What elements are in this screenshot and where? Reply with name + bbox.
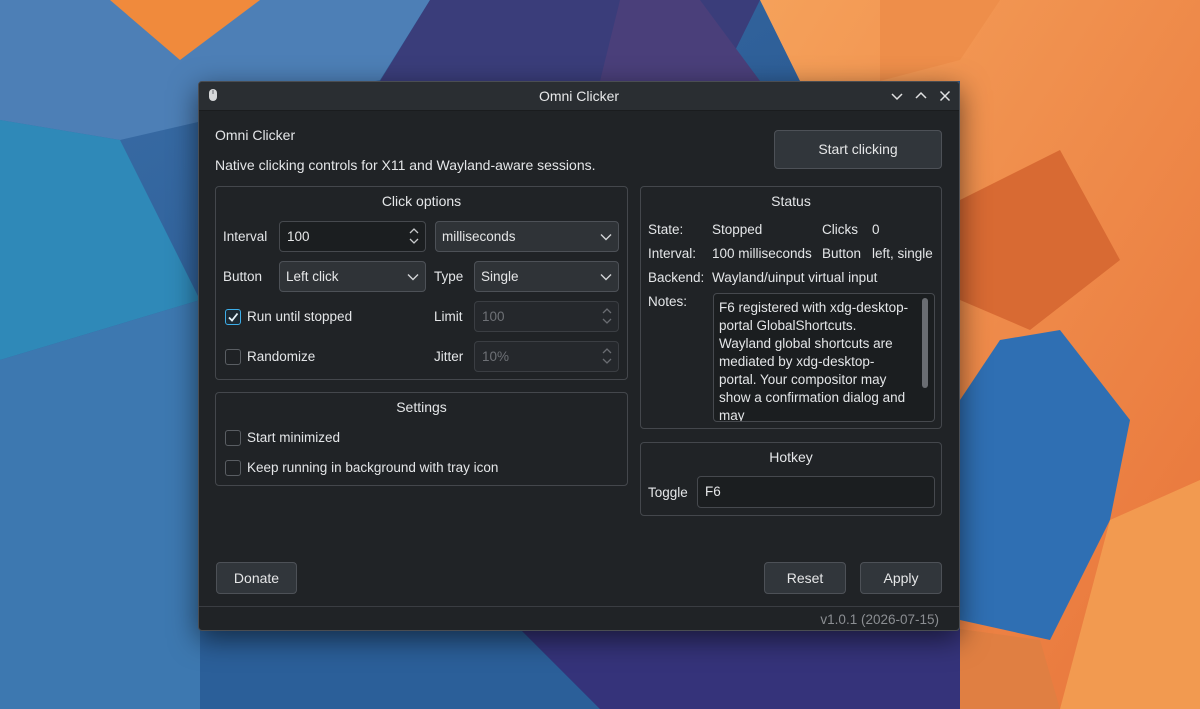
start-clicking-button[interactable]: Start clicking xyxy=(774,130,942,169)
minimize-button[interactable] xyxy=(886,85,908,107)
run-until-stopped-label[interactable]: Run until stopped xyxy=(247,309,352,324)
keep-running-label[interactable]: Keep running in background with tray ico… xyxy=(247,460,498,475)
interval-label: Interval xyxy=(223,229,268,244)
jitter-label: Jitter xyxy=(434,349,464,364)
interval-unit-value: milliseconds xyxy=(442,229,516,244)
type-select[interactable]: Single xyxy=(474,261,619,292)
keep-running-checkbox[interactable] xyxy=(225,460,241,476)
jitter-spinbox[interactable]: 10% xyxy=(474,341,619,372)
backend-label: Backend: xyxy=(648,270,705,285)
status-button-value: left, single xyxy=(872,246,933,261)
backend-value: Wayland/uinput virtual input xyxy=(712,270,878,285)
chevron-down-icon xyxy=(891,93,903,101)
limit-spinbox[interactable]: 100 xyxy=(474,301,619,332)
reset-button[interactable]: Reset xyxy=(764,562,846,594)
hotkey-title: Hotkey xyxy=(769,449,813,465)
status-title: Status xyxy=(771,193,811,209)
state-value: Stopped xyxy=(712,222,763,237)
checkmark-icon xyxy=(228,312,239,322)
limit-label: Limit xyxy=(434,309,463,324)
apply-button[interactable]: Apply xyxy=(860,562,942,594)
run-until-stopped-checkbox[interactable] xyxy=(225,309,241,325)
spin-arrows-icon[interactable] xyxy=(409,225,419,247)
clicks-value: 0 xyxy=(872,222,880,237)
title-bar[interactable]: Omni Clicker xyxy=(199,82,959,111)
button-value: Left click xyxy=(286,269,339,284)
spin-arrows-icon[interactable] xyxy=(602,305,612,327)
app-window: Omni Clicker Omni Clicker Native clickin… xyxy=(198,81,960,631)
toggle-hotkey-input[interactable]: F6 xyxy=(697,476,935,508)
state-label: State: xyxy=(648,222,684,237)
spin-arrows-icon[interactable] xyxy=(602,345,612,367)
close-button[interactable] xyxy=(934,85,956,107)
randomize-label[interactable]: Randomize xyxy=(247,349,315,364)
limit-value: 100 xyxy=(482,309,505,324)
close-icon xyxy=(939,90,951,102)
chevron-down-icon xyxy=(600,234,612,241)
donate-button[interactable]: Donate xyxy=(216,562,297,594)
status-group: Status State: Stopped Clicks 0 Interval:… xyxy=(640,186,942,429)
type-value: Single xyxy=(481,269,519,284)
button-label: Button xyxy=(223,269,263,284)
click-options-title: Click options xyxy=(381,193,462,209)
button-select[interactable]: Left click xyxy=(279,261,426,292)
notes-text: F6 registered with xdg-desktop-portal Gl… xyxy=(719,300,909,422)
jitter-value: 10% xyxy=(482,349,510,364)
settings-group: Settings Start minimized Keep running in… xyxy=(215,392,628,486)
version-label: v1.0.1 (2026-07-15) xyxy=(820,612,939,627)
status-interval-label: Interval: xyxy=(648,246,697,261)
notes-scrollbar[interactable] xyxy=(922,298,928,388)
chevron-up-icon xyxy=(915,91,927,99)
toggle-label: Toggle xyxy=(648,485,688,500)
type-label: Type xyxy=(434,269,464,284)
interval-spinbox[interactable]: 100 xyxy=(279,221,426,252)
clicks-label: Clicks xyxy=(822,222,858,237)
start-minimized-label[interactable]: Start minimized xyxy=(247,430,340,445)
interval-value: 100 xyxy=(287,229,310,244)
randomize-checkbox[interactable] xyxy=(225,349,241,365)
interval-unit-select[interactable]: milliseconds xyxy=(435,221,619,252)
app-name: Omni Clicker xyxy=(215,127,296,143)
status-bar-divider xyxy=(199,606,959,607)
status-button-label: Button xyxy=(822,246,862,261)
app-tagline: Native clicking controls for X11 and Way… xyxy=(215,157,596,173)
toggle-hotkey-value: F6 xyxy=(705,484,721,499)
maximize-button[interactable] xyxy=(910,85,932,107)
notes-label: Notes: xyxy=(648,294,688,309)
notes-textarea[interactable]: F6 registered with xdg-desktop-portal Gl… xyxy=(713,293,935,422)
chevron-down-icon xyxy=(600,274,612,281)
click-options-group: Click options Interval 100 milliseconds … xyxy=(215,186,628,380)
window-title: Omni Clicker xyxy=(538,88,620,104)
start-minimized-checkbox[interactable] xyxy=(225,430,241,446)
settings-title: Settings xyxy=(396,399,447,415)
chevron-down-icon xyxy=(407,274,419,281)
status-interval-value: 100 milliseconds xyxy=(712,246,812,261)
hotkey-group: Hotkey Toggle F6 xyxy=(640,442,942,516)
